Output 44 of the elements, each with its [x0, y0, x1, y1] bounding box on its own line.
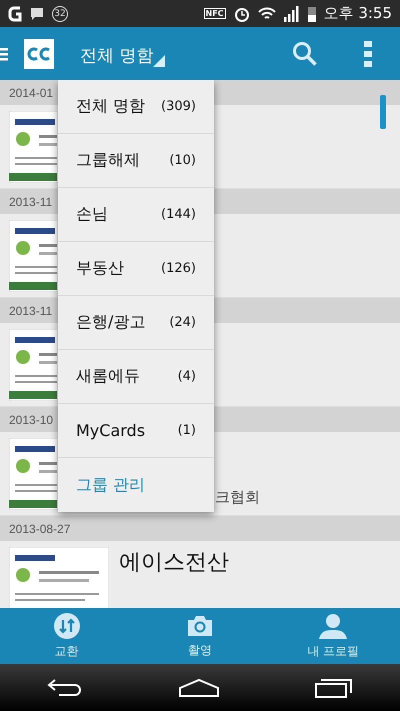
alarm-icon [234, 6, 250, 22]
chat-icon [30, 6, 44, 20]
date-label: 2013-11 [9, 304, 52, 318]
group-count: (126) [161, 261, 196, 276]
exchange-icon [54, 612, 80, 638]
group-name[interactable]: 그룹해제 [76, 150, 140, 171]
app-logo [24, 38, 54, 68]
overflow-menu-icon[interactable] [364, 40, 372, 66]
person-icon [319, 612, 348, 638]
group-name[interactable]: 전체 명함 [76, 96, 146, 117]
group-count: (1) [178, 423, 196, 438]
date-label: 2014-01 [9, 86, 54, 100]
battery-icon [308, 6, 316, 22]
group-count: (309) [161, 99, 196, 114]
wifi-icon [258, 6, 276, 20]
bottom-tab[interactable]: 내 프로필 [266, 608, 400, 664]
manage-groups-link[interactable]: 그룹 관리 [76, 474, 146, 496]
group-name[interactable]: 은행/광고 [76, 312, 146, 333]
card-detail: 크협회 [215, 488, 260, 507]
search-icon[interactable] [292, 40, 318, 66]
camera-icon [186, 614, 214, 638]
notification-count: 32 [52, 6, 68, 22]
signal-icon [284, 6, 300, 22]
date-label: 2013-10 [9, 412, 54, 426]
group-count: (10) [169, 153, 196, 168]
card-name: 에이스전산 [119, 549, 229, 577]
app-icon [8, 6, 22, 22]
nfc-indicator: NFC [204, 8, 226, 19]
scrollbar-thumb [380, 95, 386, 129]
group-name[interactable]: MyCards [76, 421, 146, 440]
group-name[interactable]: 새롬에듀 [76, 366, 140, 387]
group-count: (4) [178, 369, 196, 384]
group-dropdown[interactable]: 전체 명함 [80, 38, 166, 68]
group-count: (144) [161, 207, 196, 222]
bottom-tab[interactable]: 촬영 [133, 608, 267, 664]
clock-time: 오후 3:55 [324, 4, 392, 23]
group-name[interactable]: 손님 [76, 204, 108, 225]
date-label: 2013-11 [9, 194, 52, 208]
group-name[interactable]: 부동산 [76, 258, 124, 279]
caret-icon [153, 54, 166, 66]
menu-icon[interactable] [0, 46, 8, 62]
date-label: 2013-08-27 [9, 522, 70, 536]
bottom-tab[interactable]: 교환 [0, 608, 134, 664]
group-count: (24) [169, 315, 196, 330]
